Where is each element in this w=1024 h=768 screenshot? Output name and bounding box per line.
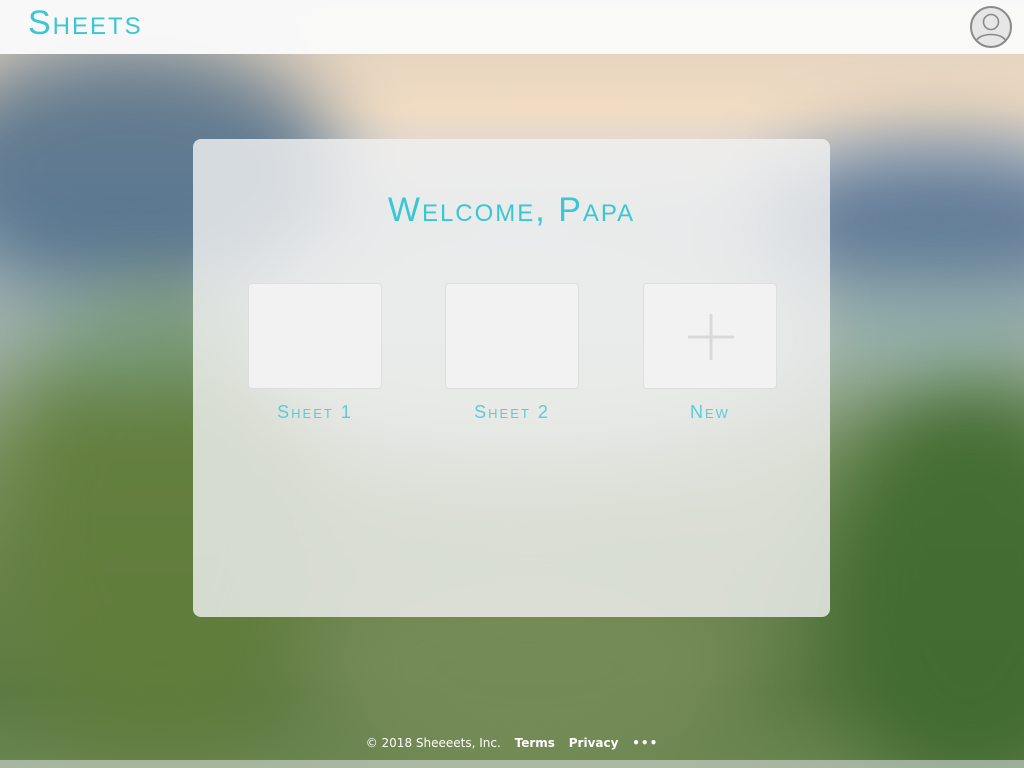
sheet-1-label[interactable]: Sheet 1 <box>248 402 382 423</box>
new-sheet-tile[interactable] <box>643 283 777 389</box>
welcome-heading: Welcome, Papa <box>387 191 636 229</box>
new-sheet-label[interactable]: New <box>643 402 777 423</box>
terms-link[interactable]: Terms <box>515 736 555 750</box>
app-logo-title[interactable]: Sheets <box>28 4 143 43</box>
more-options-icon[interactable]: ••• <box>632 736 658 750</box>
welcome-card: Welcome, Papa Sheet 1 Sheet 2 New <box>193 139 830 617</box>
footer: © 2018 Sheeeets, Inc. Terms Privacy ••• <box>0 736 1024 754</box>
top-header-bar: Sheets <box>0 0 1024 54</box>
sheet-2-tile[interactable] <box>445 283 579 389</box>
bottom-strip <box>0 760 1024 768</box>
privacy-link[interactable]: Privacy <box>569 736 619 750</box>
sheet-2-label[interactable]: Sheet 2 <box>445 402 579 423</box>
user-avatar-icon[interactable] <box>970 6 1012 48</box>
sheet-1-tile[interactable] <box>248 283 382 389</box>
plus-icon <box>688 314 734 360</box>
copyright-text: © 2018 Sheeeets, Inc. <box>365 736 501 750</box>
